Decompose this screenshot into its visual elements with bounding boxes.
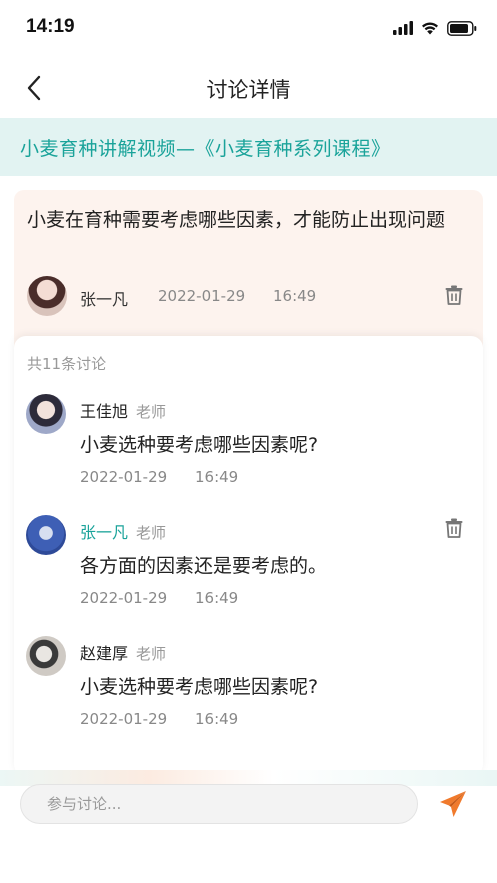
comment-author-name: 张一凡 老师 xyxy=(80,523,167,542)
nav-bar: 讨论详情 xyxy=(0,60,497,116)
topic-author-name: 张一凡 xyxy=(80,290,129,309)
topic-time: 16:49 xyxy=(273,287,317,305)
topic-card: 小麦在育种需要考虑哪些因素，才能防止出现问题 张一凡 2022-01-29 16… xyxy=(14,190,483,360)
comment-time: 16:49 xyxy=(195,468,239,486)
discussion-count: 共11条讨论 xyxy=(27,355,107,373)
status-bar: 14:19 xyxy=(0,0,497,56)
list-item: 赵建厚 老师 小麦选种要考虑哪些因素呢? 2022-01-29 16:49 xyxy=(14,636,483,746)
delete-comment-button[interactable] xyxy=(443,517,465,539)
delete-topic-button[interactable] xyxy=(443,284,465,306)
comment-time: 16:49 xyxy=(195,710,239,728)
send-button[interactable] xyxy=(436,787,470,821)
trash-icon xyxy=(445,285,463,305)
page-title: 讨论详情 xyxy=(206,78,291,102)
trash-icon xyxy=(445,518,463,538)
signal-icon xyxy=(393,21,413,35)
paper-plane-icon xyxy=(440,791,466,817)
comment-text: 各方面的因素还是要考虑的。 xyxy=(80,555,328,577)
list-item: 王佳旭 老师 小麦选种要考虑哪些因素呢? 2022-01-29 16:49 xyxy=(14,394,483,504)
status-icons xyxy=(393,18,477,38)
topic-question: 小麦在育种需要考虑哪些因素，才能防止出现问题 xyxy=(27,209,446,231)
comment-input[interactable] xyxy=(20,784,418,824)
list-item: 张一凡 老师 各方面的因素还是要考虑的。 2022-01-29 16:49 xyxy=(14,515,483,625)
comment-text: 小麦选种要考虑哪些因素呢? xyxy=(80,434,319,456)
avatar[interactable] xyxy=(26,515,66,555)
avatar[interactable] xyxy=(26,394,66,434)
comment-author-role: 老师 xyxy=(136,524,167,542)
avatar[interactable] xyxy=(27,276,67,316)
comment-bar xyxy=(0,770,497,883)
topic-date: 2022-01-29 xyxy=(158,287,246,305)
discussion-panel: 共11条讨论 王佳旭 老师 小麦选种要考虑哪些因素呢? 2022-01-29 16… xyxy=(14,336,483,776)
comment-date: 2022-01-29 xyxy=(80,710,168,728)
comment-date: 2022-01-29 xyxy=(80,589,168,607)
battery-icon xyxy=(447,20,477,36)
course-title: 小麦育种讲解视频—《小麦育种系列课程》 xyxy=(20,138,391,160)
comment-author-role: 老师 xyxy=(136,403,167,421)
comment-text: 小麦选种要考虑哪些因素呢? xyxy=(80,676,319,698)
comment-time: 16:49 xyxy=(195,589,239,607)
avatar[interactable] xyxy=(26,636,66,676)
status-time: 14:19 xyxy=(26,16,75,37)
comment-date: 2022-01-29 xyxy=(80,468,168,486)
course-banner[interactable]: 小麦育种讲解视频—《小麦育种系列课程》 xyxy=(0,118,497,176)
comment-author-name: 赵建厚 老师 xyxy=(80,644,167,663)
comment-author-name: 王佳旭 老师 xyxy=(80,402,167,421)
comment-author-role: 老师 xyxy=(136,645,167,663)
wifi-icon xyxy=(422,22,438,35)
